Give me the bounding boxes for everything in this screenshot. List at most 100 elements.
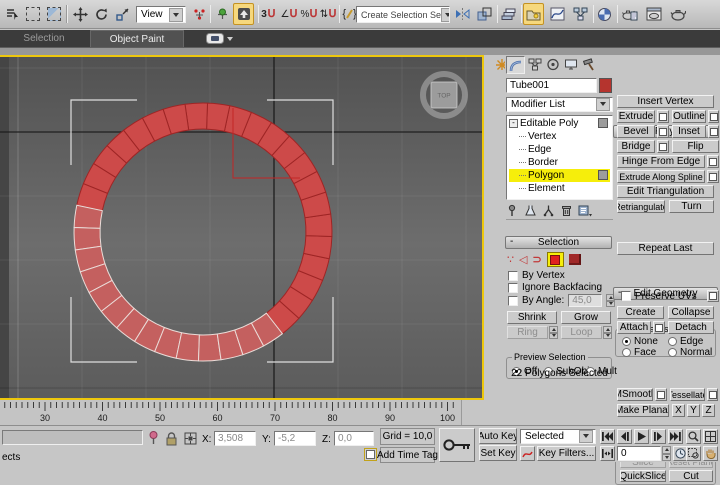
play-button[interactable] <box>634 429 649 444</box>
select-by-name-icon[interactable] <box>1 3 22 25</box>
tessellate-settings-button[interactable] <box>707 388 718 401</box>
hinge-settings-button[interactable] <box>707 155 719 168</box>
constraint-normal-radio[interactable] <box>668 348 677 357</box>
constraint-edge-radio[interactable] <box>668 337 677 346</box>
select-move-icon[interactable] <box>70 3 91 25</box>
add-time-tag-box[interactable]: Add Time Tag <box>377 447 438 463</box>
edit-triangulation-button[interactable]: Edit Triangulation <box>617 185 714 198</box>
loop-spinner[interactable] <box>603 326 612 339</box>
chevron-down-icon[interactable] <box>579 430 593 443</box>
zoom-button[interactable] <box>686 429 701 444</box>
ignore-backfacing-checkbox[interactable] <box>508 282 518 293</box>
tessellate-button[interactable]: Tessellate <box>670 388 705 401</box>
make-planar-z-button[interactable]: Z <box>702 404 715 417</box>
key-filters-button[interactable]: Key Filters... <box>537 446 596 461</box>
snaps-3d-icon[interactable]: 3 <box>258 3 279 25</box>
make-planar-button[interactable]: Make Planar <box>617 404 669 417</box>
make-planar-y-button[interactable]: Y <box>687 404 700 417</box>
keyboard-override-button[interactable] <box>233 3 254 25</box>
tab-object-paint[interactable]: Object Paint <box>90 30 184 47</box>
selection-lock-icon[interactable] <box>164 431 179 446</box>
set-key-mode-button[interactable] <box>439 428 475 462</box>
viewport-top[interactable]: TOP <box>0 55 484 400</box>
curve-editor-icon[interactable] <box>547 3 568 25</box>
detach-button[interactable]: Detach <box>668 321 714 334</box>
render-setup-icon[interactable] <box>619 3 640 25</box>
make-unique-icon[interactable] <box>542 204 555 217</box>
by-angle-checkbox[interactable] <box>508 295 518 306</box>
collapse-button[interactable]: Collapse <box>668 306 714 319</box>
show-end-result-icon[interactable] <box>524 204 537 217</box>
stack-row-vertex[interactable]: Vertex <box>509 130 610 143</box>
flip-button[interactable]: Flip <box>672 140 719 153</box>
schematic-view-icon[interactable] <box>570 3 591 25</box>
ring-spinner[interactable] <box>549 326 558 339</box>
stack-row-edge[interactable]: Edge <box>509 143 610 156</box>
configure-modifier-sets-icon[interactable] <box>578 204 592 217</box>
set-key-button[interactable]: Set Key <box>479 445 517 461</box>
percent-snap-icon[interactable]: % <box>299 3 320 25</box>
track-bar[interactable] <box>2 430 143 445</box>
attach-settings-button[interactable] <box>653 321 665 334</box>
preserve-uvs-checkbox[interactable] <box>621 291 631 301</box>
stack-row-element[interactable]: Element <box>509 182 610 195</box>
subobject-polygon-icon[interactable] <box>546 252 564 267</box>
stack-onoff-box[interactable] <box>598 170 608 180</box>
rectangular-selection-icon[interactable] <box>22 3 43 25</box>
shrink-button[interactable]: Shrink <box>507 311 557 324</box>
outline-button[interactable]: Outline <box>672 110 706 123</box>
auto-key-button[interactable]: Auto Key <box>479 428 517 444</box>
make-planar-x-button[interactable]: X <box>672 404 685 417</box>
bridge-settings-button[interactable] <box>657 140 669 153</box>
modifier-list-combo[interactable]: Modifier List <box>506 97 613 112</box>
time-configuration-button[interactable] <box>673 446 687 461</box>
x-coord-field[interactable]: 3,508 <box>214 431 256 446</box>
zoom-region-button[interactable] <box>686 446 701 461</box>
object-name-field[interactable]: Tube001 <box>506 78 597 93</box>
window-crossing-icon[interactable] <box>43 3 64 25</box>
msmooth-button[interactable]: MSmooth <box>617 388 653 401</box>
select-rotate-icon[interactable] <box>91 3 112 25</box>
ring-button[interactable]: Ring <box>507 326 548 339</box>
ribbon-toggle-icon[interactable] <box>206 33 233 44</box>
chevron-down-icon[interactable] <box>169 7 183 22</box>
key-tangents-button[interactable] <box>520 446 535 461</box>
tab-modify-icon[interactable] <box>506 56 525 74</box>
tab-hierarchy-icon[interactable] <box>526 56 543 72</box>
render-production-icon[interactable] <box>667 3 688 25</box>
by-angle-field[interactable]: 45,0 <box>568 294 603 307</box>
tab-utilities-icon[interactable] <box>580 56 597 72</box>
goto-end-button[interactable] <box>668 429 683 444</box>
constraint-face-radio[interactable] <box>622 348 631 357</box>
quickslice-button[interactable]: QuickSlice <box>620 470 666 482</box>
preserve-uvs-settings-button[interactable] <box>706 290 719 302</box>
current-frame-field[interactable]: 0 <box>617 446 661 461</box>
goto-start-button[interactable] <box>600 429 615 444</box>
bevel-button[interactable]: Bevel <box>617 125 655 138</box>
next-frame-button[interactable] <box>651 429 666 444</box>
pin-stack-icon[interactable] <box>506 204 519 217</box>
subobject-element-icon[interactable] <box>568 254 581 265</box>
extrude-settings-button[interactable] <box>657 110 669 123</box>
tab-selection[interactable]: Selection <box>0 30 88 47</box>
bridge-button[interactable]: Bridge <box>617 140 655 153</box>
inset-button[interactable]: Inset <box>672 125 706 138</box>
by-vertex-checkbox[interactable] <box>508 270 518 281</box>
stack-onoff-box[interactable] <box>598 118 608 128</box>
extrude-along-spline-settings-button[interactable] <box>707 170 719 183</box>
rendered-frame-window-icon[interactable] <box>643 3 664 25</box>
hinge-from-edge-button[interactable]: Hinge From Edge <box>617 155 705 168</box>
msmooth-settings-button[interactable] <box>655 388 667 401</box>
rollout-selection[interactable]: - Selection <box>505 236 612 249</box>
extrude-along-spline-button[interactable]: Extrude Along Spline <box>617 170 705 183</box>
subobject-border-icon[interactable]: ⊃ <box>532 253 541 266</box>
stack-row-editable-poly[interactable]: - Editable Poly <box>509 117 610 130</box>
y-coord-field[interactable]: -5,2 <box>274 431 316 446</box>
inset-settings-button[interactable] <box>708 125 719 138</box>
extrude-button[interactable]: Extrude <box>617 110 655 123</box>
timeline-ruler[interactable]: 30 40 50 60 70 80 90 100 <box>0 400 462 425</box>
stack-row-polygon[interactable]: Polygon <box>509 169 610 182</box>
reference-coordsys-combo[interactable]: View <box>136 6 186 23</box>
grow-button[interactable]: Grow <box>561 311 611 324</box>
tab-motion-icon[interactable] <box>544 56 561 72</box>
